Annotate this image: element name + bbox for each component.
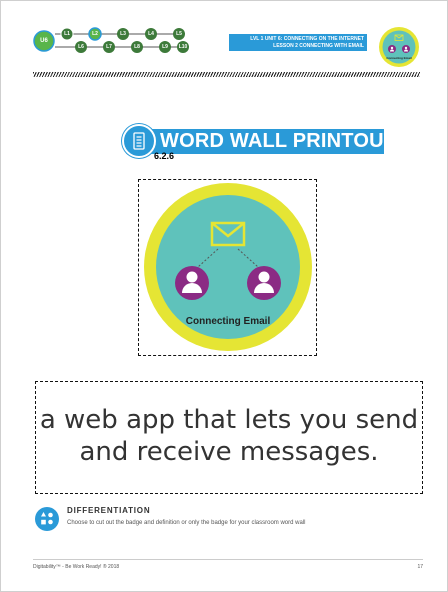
definition-text: a web app that lets you send and receive… — [39, 405, 419, 467]
footer-divider — [33, 559, 423, 560]
footer-copyright: Digitability™ - Be Work Ready! ® 2018 — [33, 564, 120, 570]
mini-badge: Connecting Email — [378, 26, 420, 73]
lesson-link[interactable]: L8 — [131, 41, 143, 53]
lesson-link[interactable]: L6 — [75, 41, 87, 53]
user-icon — [175, 266, 209, 300]
lesson-code: 6.2.6 — [154, 151, 175, 161]
lesson-link[interactable]: L5 — [173, 28, 185, 40]
unit-label[interactable]: U6 — [34, 31, 54, 51]
course-lesson-line: LESSON 2 CONNECTING WITH EMAIL — [273, 42, 364, 49]
differentiation-text: Choose to cut out the badge and definiti… — [67, 520, 306, 526]
course-unit-line: LVL 1 UNIT 6: CONNECTING ON THE INTERNET — [250, 36, 364, 42]
lesson-link-current[interactable]: L2 — [89, 28, 101, 40]
lesson-link[interactable]: L3 — [117, 28, 129, 40]
page-number: 17 — [417, 564, 423, 570]
shapes-icon — [35, 507, 59, 536]
lesson-link[interactable]: L4 — [145, 28, 157, 40]
connecting-email-badge: Connecting Email — [142, 181, 314, 358]
header-divider — [33, 72, 420, 77]
lesson-link[interactable]: L7 — [103, 41, 115, 53]
course-title-banner: LVL 1 UNIT 6: CONNECTING ON THE INTERNET… — [229, 34, 367, 51]
page: U6 L1 L2 L3 L4 L5 L6 L7 L8 L9 L10 LVL 1 … — [0, 0, 448, 592]
page-title: WORD WALL PRINTOUT — [160, 130, 397, 152]
lesson-navigation: U6 L1 L2 L3 L4 L5 L6 L7 L8 L9 L10 — [33, 21, 193, 61]
user-icon — [247, 266, 281, 300]
lesson-link[interactable]: L1 — [61, 28, 73, 40]
badge-label: Connecting Email — [186, 316, 271, 327]
lesson-link[interactable]: L10 — [177, 41, 189, 53]
differentiation-heading: DIFFERENTIATION — [67, 506, 151, 515]
mini-badge-label: Connecting Email — [386, 56, 412, 60]
document-list-icon — [122, 124, 156, 158]
lesson-link[interactable]: L9 — [159, 41, 171, 53]
